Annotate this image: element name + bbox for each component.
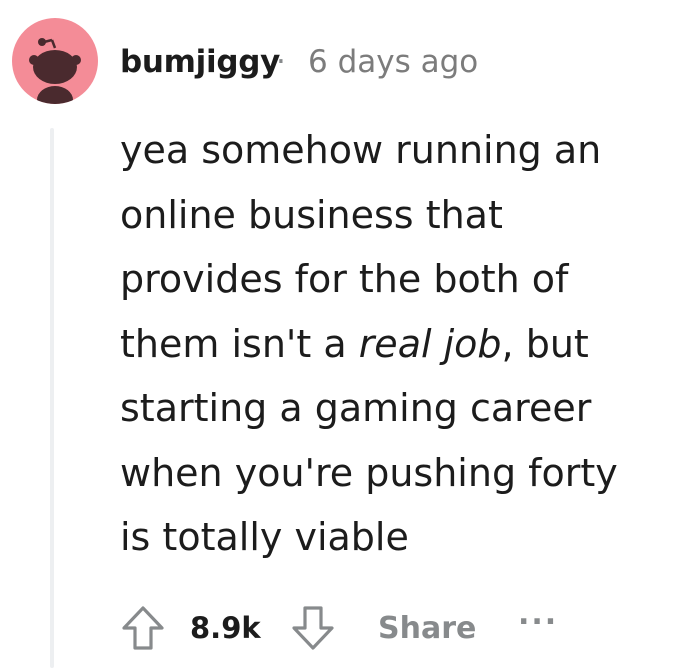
comment-body-line: is totally viable bbox=[120, 515, 409, 559]
comment-body-line: provides for the both of bbox=[120, 257, 569, 301]
comment-author[interactable]: bumjiggy bbox=[120, 44, 280, 80]
more-options-button[interactable]: ... bbox=[518, 584, 558, 644]
vote-score: 8.9k bbox=[190, 611, 261, 645]
meta-separator: · bbox=[276, 44, 286, 80]
comment-body: yea somehow running an online business t… bbox=[120, 118, 680, 570]
comment-timestamp[interactable]: 6 days ago bbox=[308, 44, 478, 80]
upvote-button[interactable] bbox=[116, 598, 170, 658]
share-button[interactable]: Share bbox=[378, 598, 476, 658]
arrow-up-icon bbox=[122, 606, 164, 650]
reddit-snoo-avatar-icon bbox=[29, 38, 81, 104]
arrow-down-icon bbox=[292, 606, 334, 650]
user-avatar[interactable] bbox=[12, 18, 98, 104]
comment-body-line: them isn't a bbox=[120, 321, 359, 366]
comment-emphasis: real job bbox=[358, 321, 502, 366]
comment-body-line: starting a gaming career bbox=[120, 386, 592, 430]
downvote-button[interactable] bbox=[286, 598, 340, 658]
comment-body-line: , but bbox=[501, 321, 589, 366]
ellipsis-icon: ... bbox=[518, 596, 559, 632]
comment-thread-line[interactable] bbox=[50, 128, 54, 668]
comment-body-line: when you're pushing forty bbox=[120, 450, 618, 495]
comment-body-line: online business that bbox=[120, 192, 503, 237]
comment-body-line: yea somehow running an bbox=[120, 128, 602, 172]
